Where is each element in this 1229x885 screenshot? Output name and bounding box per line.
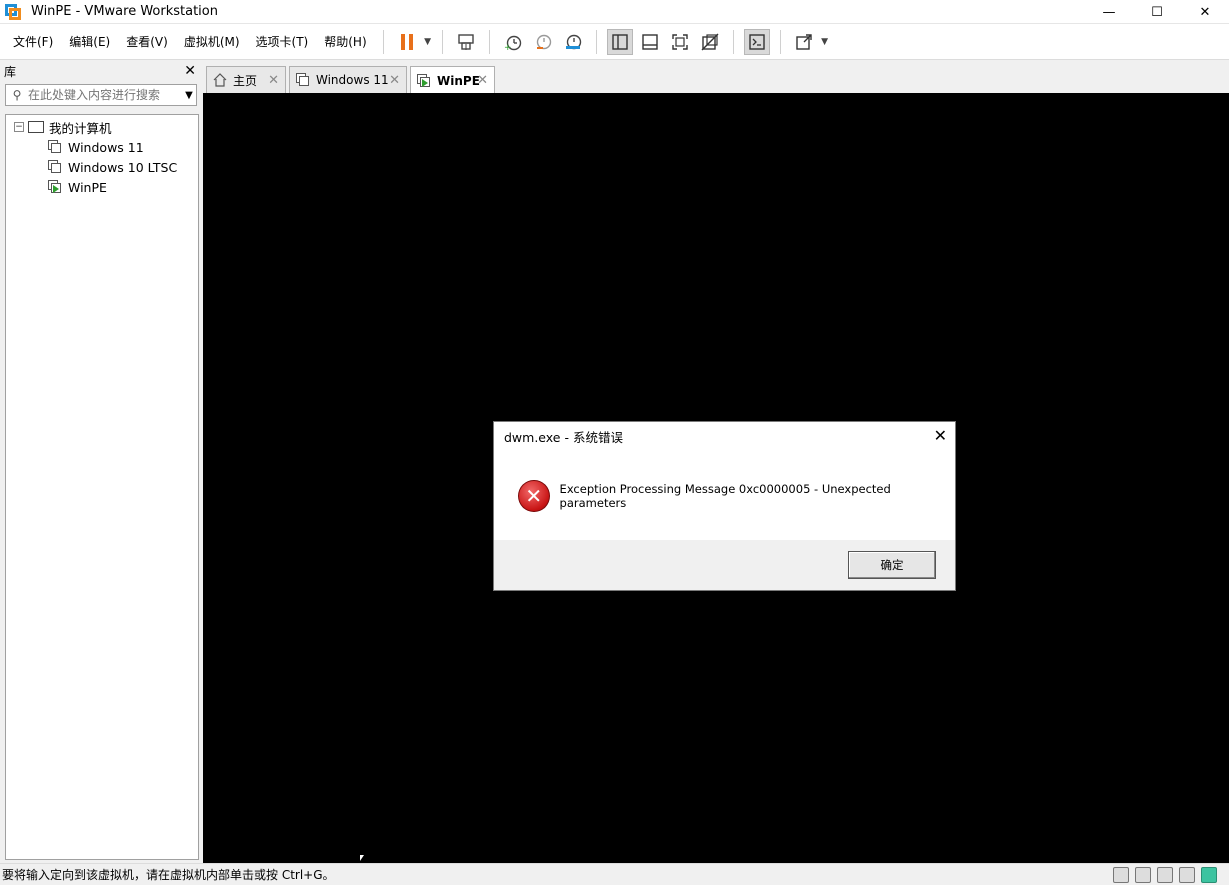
- tree-item-windows-10-ltsc[interactable]: Windows 10 LTSC: [6, 157, 198, 177]
- revert-snapshot-button[interactable]: [530, 29, 556, 55]
- search-icon: ⚲: [12, 88, 22, 102]
- vm-running-icon: [417, 73, 431, 88]
- thumbnail-bar-icon: [641, 33, 658, 50]
- tree-item-windows-11[interactable]: Windows 11: [6, 137, 198, 157]
- tab-close-button[interactable]: ✕: [389, 73, 400, 88]
- stretch-button[interactable]: [791, 29, 817, 55]
- stretch-icon: [795, 33, 812, 50]
- tab-close-button[interactable]: ✕: [477, 73, 488, 88]
- unity-icon: [701, 33, 719, 50]
- error-icon: ✕: [518, 479, 550, 512]
- status-bar: 要将输入定向到该虚拟机，请在虚拟机内部单击或按 Ctrl+G。: [0, 863, 1229, 885]
- menu-vm[interactable]: 虚拟机(M): [176, 30, 248, 54]
- pause-icon: [400, 33, 413, 50]
- unity-button[interactable]: [697, 29, 723, 55]
- sound-card-icon[interactable]: [1179, 867, 1195, 883]
- tab-bar: 主页 ✕ Windows 11 ✕ WinPE ✕: [203, 61, 1229, 94]
- mouse-cursor-icon: [360, 855, 364, 861]
- revert-snapshot-icon: [536, 34, 551, 49]
- tree-item-my-computer[interactable]: − 我的计算机: [6, 117, 198, 137]
- window-controls: — ☐ ✕: [1085, 0, 1229, 24]
- library-search: ⚲ ▼: [5, 84, 197, 106]
- tab-label: WinPE: [437, 73, 480, 88]
- tree-item-label: WinPE: [68, 179, 107, 195]
- close-button[interactable]: ✕: [1181, 0, 1229, 24]
- menu-help[interactable]: 帮助(H): [316, 30, 374, 54]
- toolbar-separator: [441, 29, 443, 54]
- menu-tabs[interactable]: 选项卡(T): [248, 30, 317, 54]
- menu-toolbar: 文件(F) 编辑(E) 查看(V) 虚拟机(M) 选项卡(T) 帮助(H) ▼ …: [0, 24, 1229, 60]
- error-dialog: dwm.exe - 系统错误 ✕ ✕ Exception Processing …: [493, 421, 956, 591]
- dialog-message: Exception Processing Message 0xc0000005 …: [559, 481, 891, 510]
- vm-icon: [296, 73, 310, 87]
- fullscreen-button[interactable]: [667, 29, 693, 55]
- library-tree: − 我的计算机 Windows 11 Windows 10 LTSC WinPE: [5, 114, 199, 860]
- tab-label: 主页: [233, 73, 258, 88]
- computer-icon: [28, 121, 44, 133]
- toolbar-separator: [382, 29, 384, 54]
- library-close-button[interactable]: ✕: [184, 63, 196, 79]
- tab-winpe[interactable]: WinPE ✕: [410, 66, 495, 94]
- vm-icon: [48, 160, 62, 174]
- dialog-title-bar: dwm.exe - 系统错误 ✕: [494, 422, 955, 451]
- tab-label: Windows 11: [316, 73, 389, 87]
- hard-disk-icon[interactable]: [1113, 867, 1129, 883]
- library-title: 库: [4, 64, 17, 79]
- toolbar-separator: [488, 29, 490, 54]
- dialog-body: ✕ Exception Processing Message 0xc000000…: [494, 451, 955, 540]
- ok-button[interactable]: 确定: [848, 551, 936, 579]
- thumbnail-bar-button[interactable]: [637, 29, 663, 55]
- console-view-button[interactable]: [743, 28, 770, 55]
- power-dropdown-button[interactable]: ▼: [422, 29, 434, 55]
- pause-button[interactable]: [394, 29, 420, 55]
- library-panel: 库 ✕ ⚲ ▼ − 我的计算机 Windows 11 Windows 10 LT…: [0, 61, 202, 863]
- menu-view[interactable]: 查看(V): [118, 30, 176, 54]
- snapshot-icon: +: [504, 35, 521, 51]
- stretch-dropdown-button[interactable]: ▼: [819, 29, 831, 55]
- vm-icon: [48, 140, 62, 154]
- take-snapshot-button[interactable]: +: [500, 29, 526, 55]
- show-library-icon: [611, 33, 628, 50]
- menu-edit[interactable]: 编辑(E): [61, 30, 118, 54]
- menu-file[interactable]: 文件(F): [5, 30, 61, 54]
- toolbar-separator: [732, 29, 734, 54]
- search-dropdown-button[interactable]: ▼: [182, 90, 196, 101]
- fullscreen-icon: [671, 33, 688, 50]
- send-ctrl-alt-del-button[interactable]: [453, 29, 479, 55]
- network-adapter-icon[interactable]: [1157, 867, 1173, 883]
- library-header: 库 ✕: [0, 61, 202, 81]
- maximize-button[interactable]: ☐: [1133, 0, 1181, 24]
- status-message: 要将输入定向到该虚拟机，请在虚拟机内部单击或按 Ctrl+G。: [2, 868, 335, 882]
- tab-windows-11[interactable]: Windows 11 ✕: [289, 66, 407, 93]
- show-library-button[interactable]: [606, 28, 633, 55]
- send-ctrl-alt-del-icon: [457, 33, 474, 50]
- toolbar-separator: [595, 29, 597, 54]
- snapshot-manager-button[interactable]: [560, 29, 586, 55]
- vm-running-icon: [48, 180, 62, 194]
- svg-text:+: +: [504, 43, 512, 51]
- collapse-toggle[interactable]: −: [14, 122, 24, 132]
- tree-item-label: 我的计算机: [49, 120, 112, 136]
- title-bar: WinPE - VMware Workstation — ☐ ✕: [0, 0, 1229, 24]
- dialog-title: dwm.exe - 系统错误: [504, 430, 623, 445]
- device-icons: [1107, 867, 1217, 883]
- tree-item-winpe[interactable]: WinPE: [6, 177, 198, 197]
- library-search-input[interactable]: [28, 88, 182, 102]
- vmware-logo-icon: [5, 3, 21, 20]
- tab-home[interactable]: 主页 ✕: [206, 66, 286, 93]
- tab-close-button[interactable]: ✕: [268, 73, 279, 88]
- tree-item-label: Windows 11: [68, 139, 144, 155]
- message-log-icon[interactable]: [1201, 867, 1217, 883]
- toolbar-separator: [779, 29, 781, 54]
- dialog-footer: 确定: [494, 540, 955, 590]
- snapshot-manager-icon: [565, 34, 581, 49]
- console-view-icon: [748, 33, 765, 50]
- cd-dvd-icon[interactable]: [1135, 867, 1151, 883]
- tree-item-label: Windows 10 LTSC: [68, 159, 178, 175]
- minimize-button[interactable]: —: [1085, 0, 1133, 24]
- window-title: WinPE - VMware Workstation: [31, 4, 218, 19]
- home-icon: [213, 73, 227, 87]
- dialog-close-button[interactable]: ✕: [934, 426, 947, 445]
